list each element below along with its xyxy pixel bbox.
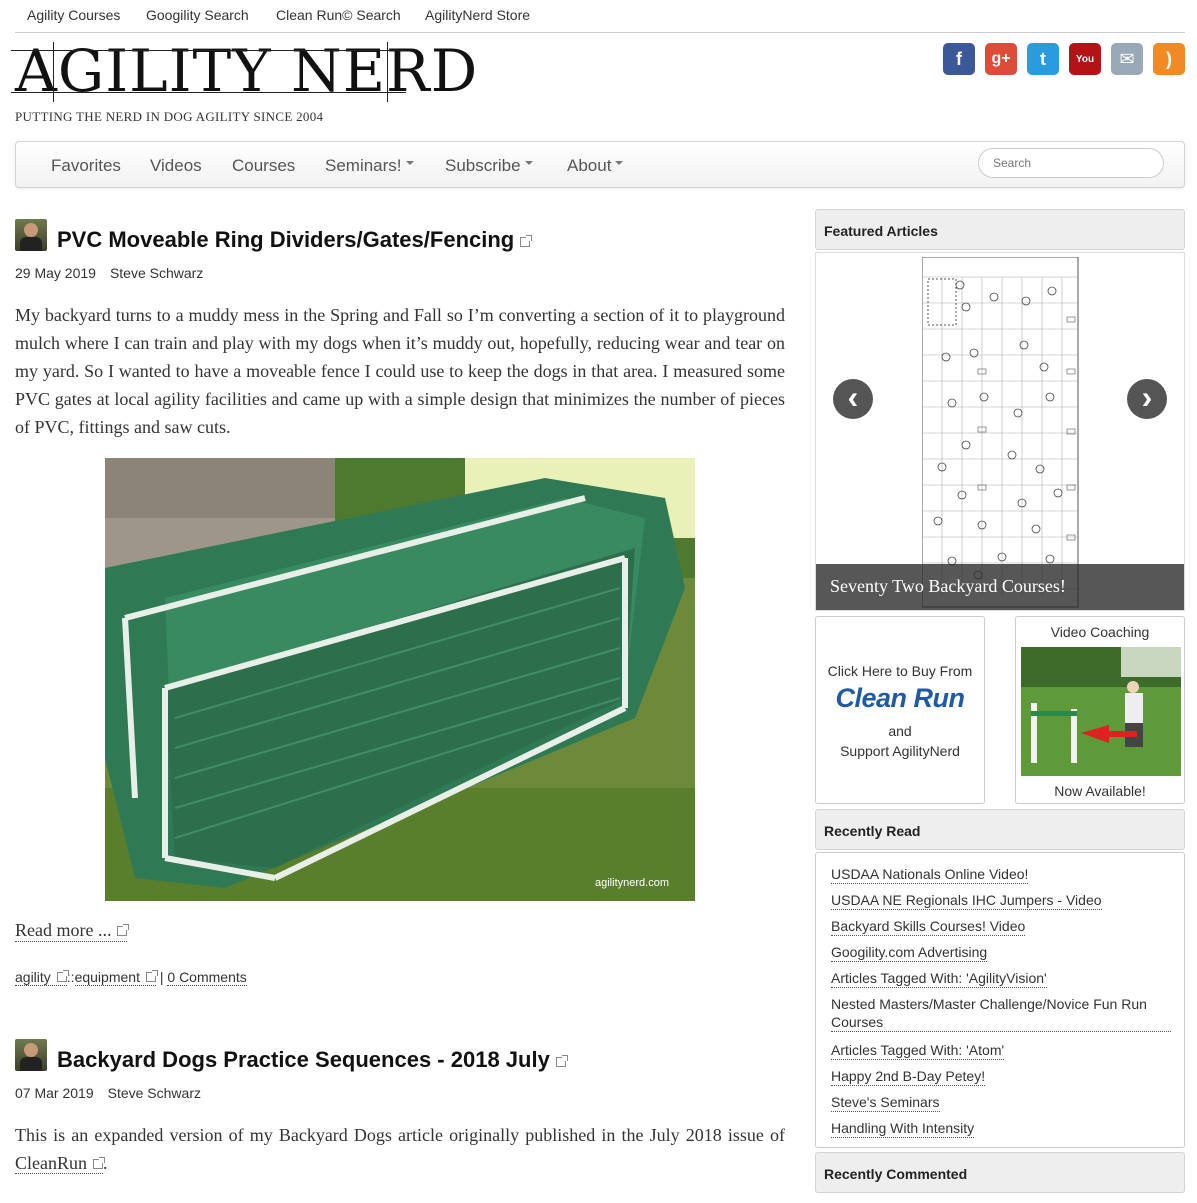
cleanrun-line3: Support AgilityNerd	[840, 743, 960, 759]
caret-down-icon	[405, 160, 414, 165]
cleanrun-logo: Clean Run	[835, 683, 965, 713]
recently-read-item[interactable]: Nested Masters/Master Challenge/Novice F…	[831, 995, 1171, 1032]
article-date: 07 Mar 2019	[15, 1085, 94, 1101]
article-author: Steve Schwarz	[107, 1085, 201, 1101]
article-date: 29 May 2019	[15, 265, 96, 281]
main-navbar: Favorites Videos Courses Seminars! Subsc…	[15, 141, 1185, 188]
tag-equipment[interactable]: equipment	[74, 969, 158, 986]
recently-read-item[interactable]: Articles Tagged With: 'AgilityVision'	[831, 969, 1047, 988]
tag-pipe: |	[159, 969, 164, 985]
recently-read-item[interactable]: USDAA Nationals Online Video!	[831, 865, 1029, 884]
video-coaching-ad[interactable]: Video Coaching Now Available!	[1015, 616, 1185, 804]
recently-read-item[interactable]: Happy 2nd B-Day Petey!	[831, 1067, 986, 1086]
recently-read-item[interactable]: Articles Tagged With: 'Atom'	[831, 1041, 1005, 1060]
featured-carousel[interactable]: ‹ › Seventy Two Backyard Courses!	[815, 252, 1185, 611]
article-meta: 07 Mar 2019 Steve Schwarz	[15, 1085, 201, 1101]
external-link-icon	[56, 970, 69, 982]
article-author: Steve Schwarz	[109, 265, 204, 281]
cleanrun-link[interactable]: CleanRun	[15, 1153, 105, 1174]
top-link-googility-search[interactable]: Googility Search	[146, 7, 249, 23]
tag-agility[interactable]: agility	[15, 969, 69, 986]
rss-icon[interactable]: )	[1153, 43, 1185, 75]
article-title[interactable]: Backyard Dogs Practice Sequences - 2018 …	[57, 1047, 568, 1073]
external-link-icon	[145, 970, 158, 982]
article-body: This is an expanded version of my Backya…	[15, 1121, 785, 1177]
logo-rule	[53, 42, 54, 102]
external-link-icon	[520, 235, 533, 247]
author-avatar	[15, 1039, 47, 1071]
cleanrun-line1: Click Here to Buy From	[827, 663, 973, 679]
cleanrun-ad[interactable]: Click Here to Buy From Clean Run and Sup…	[815, 616, 985, 804]
caret-down-icon	[524, 160, 533, 165]
recently-read-item[interactable]: USDAA NE Regionals IHC Jumpers - Video	[831, 891, 1102, 910]
facebook-icon[interactable]: f	[943, 43, 975, 75]
course-map-image	[922, 257, 1079, 608]
carousel-caption[interactable]: Seventy Two Backyard Courses!	[816, 564, 1184, 610]
recently-read-list: USDAA Nationals Online Video! USDAA NE R…	[815, 852, 1185, 1148]
nav-courses[interactable]: Courses	[232, 156, 295, 176]
recently-read-heading: Recently Read	[815, 809, 1185, 850]
logo-rule	[11, 92, 406, 93]
nav-favorites[interactable]: Favorites	[51, 156, 121, 176]
read-more-link[interactable]: Read more ...	[15, 920, 130, 942]
top-link-agility-courses[interactable]: Agility Courses	[27, 7, 120, 23]
nav-videos[interactable]: Videos	[150, 156, 202, 176]
external-link-icon	[555, 1055, 568, 1067]
carousel-prev-icon[interactable]: ‹	[833, 379, 873, 419]
nav-seminars-label: Seminars!	[325, 156, 402, 175]
external-link-icon	[93, 1157, 105, 1169]
featured-articles-heading: Featured Articles	[815, 209, 1185, 250]
recently-read-item[interactable]: Googility.com Advertising	[831, 943, 988, 962]
video-coaching-image	[1021, 647, 1181, 776]
nav-about-label: About	[567, 156, 612, 175]
recently-read-item[interactable]: Backyard Skills Courses! Video	[831, 917, 1026, 936]
comments-link[interactable]: 0 Comments	[167, 969, 247, 986]
carousel-next-icon[interactable]: ›	[1127, 379, 1167, 419]
tag-equipment-text: equipment	[74, 969, 140, 985]
google-plus-icon[interactable]: g+	[985, 43, 1017, 75]
social-icons: f g+ t You ✉ )	[943, 43, 1185, 75]
article-body-text: This is an expanded version of my Backya…	[15, 1125, 785, 1145]
author-avatar	[15, 219, 47, 251]
article-body: My backyard turns to a muddy mess in the…	[15, 305, 785, 437]
tag-agility-text: agility	[15, 969, 51, 985]
logo-rule	[11, 50, 406, 51]
top-links-bar: Agility Courses Googility Search Clean R…	[15, 0, 1185, 33]
youtube-icon[interactable]: You	[1069, 43, 1101, 75]
caret-down-icon	[615, 160, 624, 165]
article-title-text: PVC Moveable Ring Dividers/Gates/Fencing	[57, 227, 515, 252]
search-input[interactable]: Search	[978, 148, 1164, 178]
article-meta: 29 May 2019 Steve Schwarz	[15, 265, 203, 281]
article-body-suffix: .	[103, 1153, 108, 1173]
video-coaching-title: Video Coaching	[1050, 624, 1150, 640]
pvc-fence-photo: agilitynerd.com	[105, 458, 695, 901]
nav-subscribe[interactable]: Subscribe	[445, 156, 533, 176]
article-photo: agilitynerd.com	[105, 458, 695, 901]
video-coaching-footer: Now Available!	[1054, 783, 1146, 799]
cleanrun-link-text: CleanRun	[15, 1153, 87, 1173]
logo-rule	[387, 42, 388, 102]
nav-about[interactable]: About	[567, 156, 624, 176]
article-title-text: Backyard Dogs Practice Sequences - 2018 …	[57, 1047, 550, 1072]
site-tagline: PUTTING THE NERD IN DOG AGILITY SINCE 20…	[15, 109, 324, 124]
nav-subscribe-label: Subscribe	[445, 156, 521, 175]
article-tags: agility::equipment | 0 Comments	[15, 969, 247, 986]
read-more-text: Read more ...	[15, 920, 112, 940]
top-link-agilitynerd-store[interactable]: AgilityNerd Store	[425, 7, 530, 23]
article-title[interactable]: PVC Moveable Ring Dividers/Gates/Fencing	[57, 227, 533, 253]
cleanrun-line2: and	[888, 723, 912, 739]
email-icon[interactable]: ✉	[1111, 43, 1143, 75]
recently-read-item[interactable]: Steve's Seminars	[831, 1093, 940, 1112]
recently-read-item[interactable]: Handling With Intensity	[831, 1119, 975, 1138]
recently-commented-heading: Recently Commented	[815, 1152, 1185, 1193]
site-logo[interactable]: AGILITY NERD	[11, 40, 478, 102]
twitter-icon[interactable]: t	[1027, 43, 1059, 75]
nav-seminars[interactable]: Seminars!	[325, 156, 414, 176]
photo-watermark: agilitynerd.com	[595, 877, 669, 889]
top-link-clean-run-search[interactable]: Clean Run© Search	[276, 7, 401, 23]
external-link-icon	[117, 924, 130, 936]
